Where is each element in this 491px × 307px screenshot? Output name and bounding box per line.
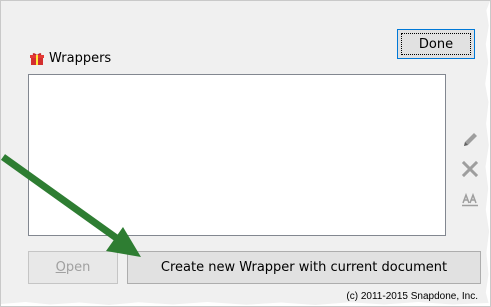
annotation-arrow [1, 154, 141, 257]
wrappers-dialog: Done Wrappers Open Create new Wrapper wi… [0, 0, 491, 307]
